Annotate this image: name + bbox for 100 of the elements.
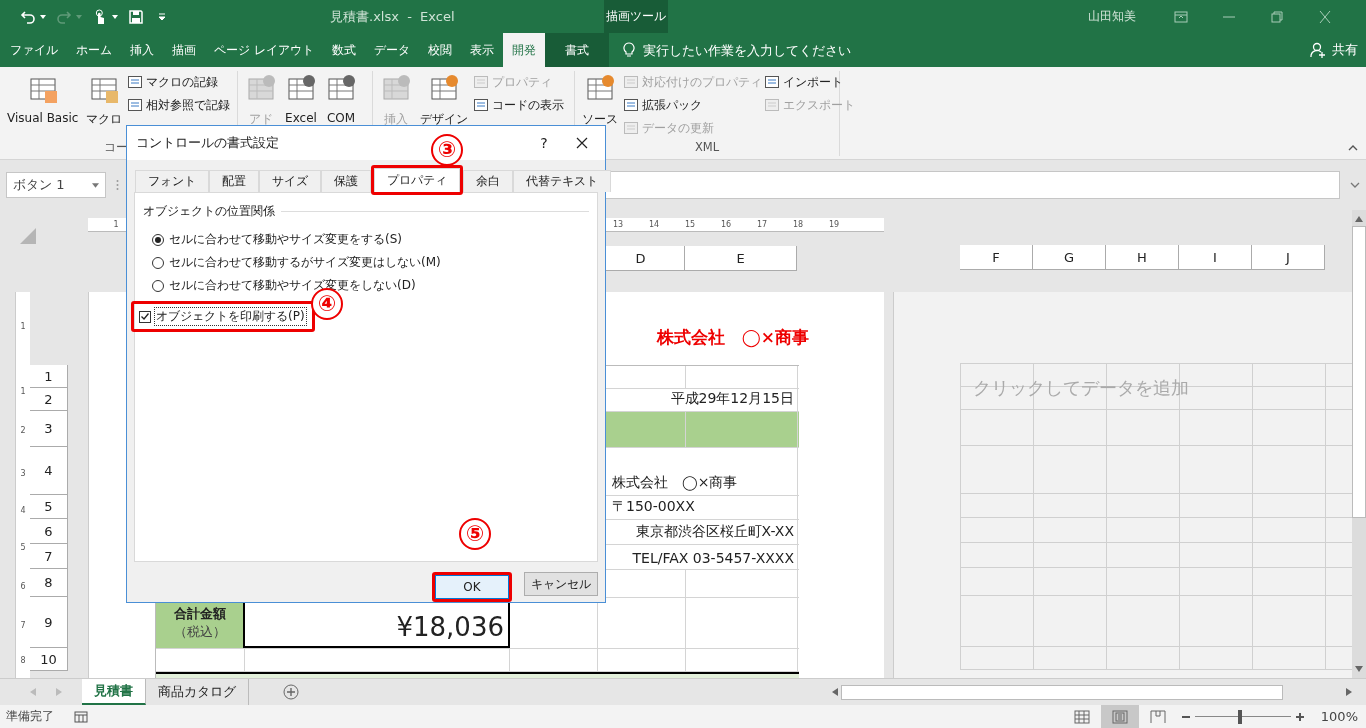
scrollbar-thumb[interactable] (1352, 226, 1366, 518)
dialog-tab[interactable]: 代替テキスト (513, 170, 611, 192)
column-header[interactable]: E (685, 246, 797, 271)
list-icon (623, 74, 639, 90)
grid-icon (1073, 709, 1090, 724)
name-box[interactable]: ボタン 1 (6, 172, 106, 198)
close-icon[interactable] (1318, 10, 1332, 23)
undo-icon[interactable] (20, 8, 36, 25)
ribbon-button[interactable]: Visual Basic (4, 71, 82, 140)
ribbon-tab[interactable]: データ (364, 33, 419, 67)
save-icon[interactable] (128, 8, 144, 25)
collapse-icon[interactable] (1348, 145, 1358, 151)
scrollbar-thumb[interactable] (841, 684, 1283, 700)
ribbon-tab[interactable]: 数式 (322, 33, 365, 67)
ribbon-tab[interactable]: ホーム (67, 33, 121, 67)
list-icon (473, 97, 489, 113)
ribbon-tab[interactable]: 表示 (460, 33, 503, 67)
ruler-number: 14 (647, 220, 661, 229)
ruler-number: 1 (112, 220, 120, 229)
list-icon (623, 97, 639, 113)
ribbon-tab[interactable]: 挿入 (121, 33, 163, 67)
ok-button[interactable]: OK (435, 575, 509, 599)
row-header[interactable]: 5 (30, 495, 68, 519)
step-number: ③ (431, 134, 463, 166)
row-header[interactable]: 7 (30, 544, 68, 569)
list-icon (127, 97, 144, 113)
restore-icon[interactable] (1270, 10, 1284, 23)
column-header[interactable]: I (1179, 245, 1252, 270)
add-sheet-icon[interactable] (283, 684, 299, 700)
dialog-tab[interactable]: サイズ (259, 170, 321, 192)
zoom-level[interactable]: 100% (1320, 709, 1358, 724)
ruler-number: 5 (20, 543, 26, 552)
caret-icon[interactable] (40, 14, 46, 19)
dialog-tab[interactable]: フォント (135, 170, 209, 192)
ribbon-tab[interactable]: 開発 (502, 33, 545, 67)
page-break-icon (1149, 709, 1166, 724)
radio-button[interactable] (152, 256, 164, 269)
scroll-down-icon[interactable] (1355, 666, 1363, 672)
radio-option[interactable]: セルに合わせて移動するがサイズ変更はしない(M) (143, 251, 589, 274)
ribbon-button[interactable]: インポート (764, 71, 855, 93)
ribbon-button[interactable]: マクロの記録 (127, 71, 231, 93)
row-header[interactable]: 4 (30, 447, 68, 495)
ruler-number: 19 (827, 220, 841, 229)
row-header[interactable]: 2 (30, 388, 68, 411)
list-icon (764, 97, 780, 113)
ribbon-button[interactable]: 拡張パック (623, 94, 762, 116)
ruler-number: 8 (20, 656, 26, 665)
macro-record-icon[interactable] (74, 710, 88, 723)
ribbon-tab[interactable]: ファイル (0, 33, 67, 67)
ribbon-tab[interactable]: 描画 (163, 33, 205, 67)
ruler-number: 15 (683, 220, 697, 229)
ribbon-display-icon[interactable] (1174, 10, 1188, 23)
row-header[interactable]: 1 (30, 365, 68, 388)
list-icon (473, 74, 489, 90)
tell-me-field[interactable]: 実行したい作業を入力してください (640, 41, 885, 59)
dialog-tab[interactable]: プロパティ (374, 168, 460, 192)
column-header[interactable]: G (1033, 245, 1106, 270)
cancel-button[interactable]: キャンセル (524, 572, 598, 596)
radio-button[interactable] (152, 233, 164, 246)
radio-button[interactable] (152, 279, 164, 292)
dialog-tab[interactable]: 余白 (463, 170, 513, 192)
dialog-tab[interactable]: 保護 (321, 170, 371, 192)
ribbon-tab[interactable]: 書式 (544, 33, 609, 67)
help-button[interactable]: ? (529, 135, 559, 151)
caret-icon[interactable] (92, 182, 99, 188)
scroll-left-icon[interactable] (832, 688, 838, 696)
zoom-in-icon[interactable] (1294, 711, 1305, 722)
share-button[interactable]: 共有 (1310, 33, 1366, 67)
window-title: 見積書.xlsx - Excel (329, 7, 456, 26)
scroll-right-icon[interactable] (1346, 688, 1352, 696)
ruler-number: 13 (611, 220, 625, 229)
radio-option[interactable]: セルに合わせて移動やサイズ変更をする(S) (143, 228, 589, 251)
expand-icon[interactable] (1350, 182, 1360, 188)
column-header[interactable]: F (960, 245, 1033, 270)
customize-icon[interactable] (158, 12, 166, 21)
row-header[interactable]: 3 (30, 411, 68, 447)
scroll-up-icon[interactable] (1355, 216, 1363, 222)
checkbox[interactable] (139, 310, 151, 323)
ruler-number: 4 (20, 506, 26, 515)
row-header[interactable]: 9 (30, 597, 68, 648)
ruler-number: 2 (20, 426, 26, 435)
section-heading: オブジェクトの位置関係 (143, 203, 275, 220)
ribbon-button[interactable]: マクロ (83, 71, 126, 140)
row-header[interactable]: 8 (30, 569, 68, 597)
ruler-number: 17 (755, 220, 769, 229)
ribbon-tab[interactable]: ページ レイアウト (205, 33, 323, 67)
column-header[interactable]: J (1252, 245, 1325, 270)
ribbon-button[interactable]: コードの表示 (473, 94, 564, 116)
row-header[interactable]: 10 (30, 648, 68, 671)
ribbon-tab[interactable]: 校閲 (418, 33, 461, 67)
row-header[interactable]: 6 (30, 519, 68, 544)
dialog-tab[interactable]: 配置 (209, 170, 259, 192)
context-group-label: 描画ツール (604, 0, 668, 33)
ribbon-button[interactable]: 相対参照で記録 (127, 94, 231, 116)
page-layout-view-button[interactable] (1100, 705, 1139, 728)
sheet-tab[interactable]: 見積書 (82, 679, 146, 705)
column-header[interactable]: H (1106, 245, 1179, 270)
caret-icon[interactable] (112, 14, 118, 19)
dialog-title: コントロールの書式設定 (136, 134, 279, 152)
user-name[interactable]: 山田知美 (1088, 8, 1136, 25)
